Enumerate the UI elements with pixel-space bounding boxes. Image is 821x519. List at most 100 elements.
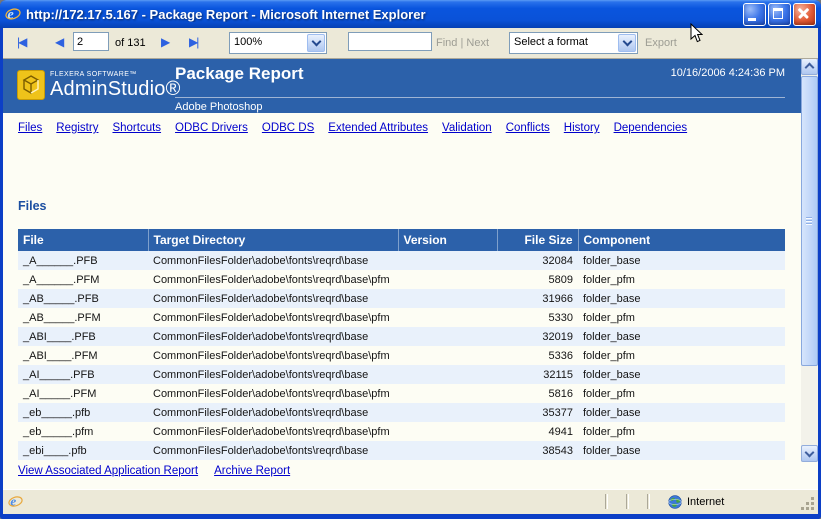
nav-link-dependencies[interactable]: Dependencies xyxy=(614,122,688,134)
export-button[interactable]: Export xyxy=(645,37,677,49)
table-cell: 31966 xyxy=(497,289,578,308)
table-cell: _ebi____.pfb xyxy=(18,441,148,460)
table-row: _AI_____.PFBCommonFilesFolder\adobe\font… xyxy=(18,365,785,384)
chevron-down-icon[interactable] xyxy=(307,34,325,52)
table-cell: _A______.PFB xyxy=(18,251,148,270)
status-separator xyxy=(605,494,608,509)
column-header-component: Component xyxy=(578,229,785,251)
table-cell: 4941 xyxy=(497,422,578,441)
table-cell xyxy=(398,441,497,460)
chevron-down-icon xyxy=(805,447,815,457)
previous-page-button[interactable]: ◀ xyxy=(55,35,62,49)
resize-grip[interactable] xyxy=(800,492,816,511)
chevron-down-icon[interactable] xyxy=(618,34,636,52)
table-cell: folder_base xyxy=(578,441,785,460)
table-cell: 32115 xyxy=(497,365,578,384)
close-button[interactable] xyxy=(793,3,816,26)
table-cell: folder_base xyxy=(578,251,785,270)
table-cell xyxy=(398,289,497,308)
browser-window: e http://172.17.5.167 - Package Report -… xyxy=(0,0,821,519)
nav-link-files[interactable]: Files xyxy=(18,122,42,134)
report-section-nav: Files Registry Shortcuts ODBC Drivers ODBC D… xyxy=(3,113,818,143)
status-message-panel xyxy=(32,492,605,511)
scroll-down-button[interactable] xyxy=(801,445,818,462)
table-cell xyxy=(398,308,497,327)
table-cell xyxy=(398,270,497,289)
status-separator xyxy=(647,494,650,509)
files-section-title: Files xyxy=(18,199,47,213)
find-button[interactable]: Find xyxy=(436,37,457,49)
window-border-bottom xyxy=(0,514,821,519)
table-cell: CommonFilesFolder\adobe\fonts\reqrd\base… xyxy=(148,422,398,441)
table-row: _eb_____.pfmCommonFilesFolder\adobe\font… xyxy=(18,422,785,441)
table-cell: 32019 xyxy=(497,327,578,346)
nav-link-history[interactable]: History xyxy=(564,122,600,134)
report-toolbar: |◀ ◀ of 131 ▶ ▶| 100% Find | Next Select… xyxy=(3,28,818,59)
column-header-target-directory: Target Directory xyxy=(148,229,398,251)
minimize-button[interactable] xyxy=(743,3,766,26)
table-cell xyxy=(398,384,497,403)
adminstudio-cube-icon xyxy=(17,70,45,100)
table-cell: _AB_____.PFM xyxy=(18,308,148,327)
maximize-button[interactable] xyxy=(768,3,791,26)
table-cell: _A______.PFM xyxy=(18,270,148,289)
nav-link-odbc-ds[interactable]: ODBC DS xyxy=(262,122,314,134)
report-title: Package Report xyxy=(175,64,304,84)
table-row: _AB_____.PFMCommonFilesFolder\adobe\font… xyxy=(18,308,785,327)
table-cell xyxy=(398,327,497,346)
report-timestamp: 10/16/2006 4:24:36 PM xyxy=(671,67,785,79)
window-border-left xyxy=(0,28,3,519)
table-cell: folder_pfm xyxy=(578,384,785,403)
internet-globe-icon xyxy=(668,495,682,509)
footer-link-view-associated-application-report[interactable]: View Associated Application Report xyxy=(18,465,198,477)
table-cell: CommonFilesFolder\adobe\fonts\reqrd\base xyxy=(148,403,398,422)
nav-link-conflicts[interactable]: Conflicts xyxy=(506,122,550,134)
adminstudio-logo: FLEXERA SOFTWARE™ AdminStudio® xyxy=(17,70,181,100)
table-row: _eb_____.pfbCommonFilesFolder\adobe\font… xyxy=(18,403,785,422)
nav-link-registry[interactable]: Registry xyxy=(56,122,98,134)
table-cell xyxy=(398,346,497,365)
scroll-up-button[interactable] xyxy=(801,58,818,75)
nav-link-validation[interactable]: Validation xyxy=(442,122,492,134)
last-page-button[interactable]: ▶| xyxy=(189,35,197,49)
table-cell: 35377 xyxy=(497,403,578,422)
next-page-button[interactable]: ▶ xyxy=(161,35,168,49)
table-cell: _ABI____.PFB xyxy=(18,327,148,346)
header-divider xyxy=(175,97,785,98)
table-cell: CommonFilesFolder\adobe\fonts\reqrd\base xyxy=(148,251,398,270)
page-number-input[interactable] xyxy=(73,32,109,51)
scrollbar-thumb[interactable] xyxy=(801,76,818,366)
table-cell: 32084 xyxy=(497,251,578,270)
footer-link-archive-report[interactable]: Archive Report xyxy=(214,465,290,477)
table-cell: _eb_____.pfm xyxy=(18,422,148,441)
zoom-select[interactable]: 100% xyxy=(229,32,327,54)
find-text-input[interactable] xyxy=(348,32,432,51)
first-page-button[interactable]: |◀ xyxy=(17,35,25,49)
table-cell: _ABI____.PFM xyxy=(18,346,148,365)
page-count-label: of 131 xyxy=(115,37,146,49)
table-cell xyxy=(398,403,497,422)
nav-link-odbc-drivers[interactable]: ODBC Drivers xyxy=(175,122,248,134)
next-result-button[interactable]: Next xyxy=(466,37,489,49)
export-format-value: Select a format xyxy=(510,33,617,53)
nav-link-shortcuts[interactable]: Shortcuts xyxy=(112,122,161,134)
export-format-select[interactable]: Select a format xyxy=(509,32,638,54)
nav-link-extended-attributes[interactable]: Extended Attributes xyxy=(328,122,428,134)
files-table-header-row: FileTarget DirectoryVersionFile SizeComp… xyxy=(18,229,785,251)
title-bar: e http://172.17.5.167 - Package Report -… xyxy=(0,0,821,28)
table-cell: folder_base xyxy=(578,289,785,308)
report-footer-links: View Associated Application Report Archiv… xyxy=(18,465,290,477)
table-cell xyxy=(398,422,497,441)
table-cell: 5330 xyxy=(497,308,578,327)
column-header-file: File xyxy=(18,229,148,251)
report-page: FLEXERA SOFTWARE™ AdminStudio® Package R… xyxy=(3,58,818,489)
vertical-scrollbar[interactable] xyxy=(801,58,818,462)
table-row: _A______.PFMCommonFilesFolder\adobe\font… xyxy=(18,270,785,289)
table-row: _A______.PFBCommonFilesFolder\adobe\font… xyxy=(18,251,785,270)
table-cell: folder_base xyxy=(578,327,785,346)
table-row: _ABI____.PFMCommonFilesFolder\adobe\font… xyxy=(18,346,785,365)
table-cell xyxy=(398,365,497,384)
status-ie-icon: e xyxy=(5,492,32,511)
report-header-band: FLEXERA SOFTWARE™ AdminStudio® Package R… xyxy=(3,58,818,113)
table-cell: CommonFilesFolder\adobe\fonts\reqrd\base… xyxy=(148,308,398,327)
